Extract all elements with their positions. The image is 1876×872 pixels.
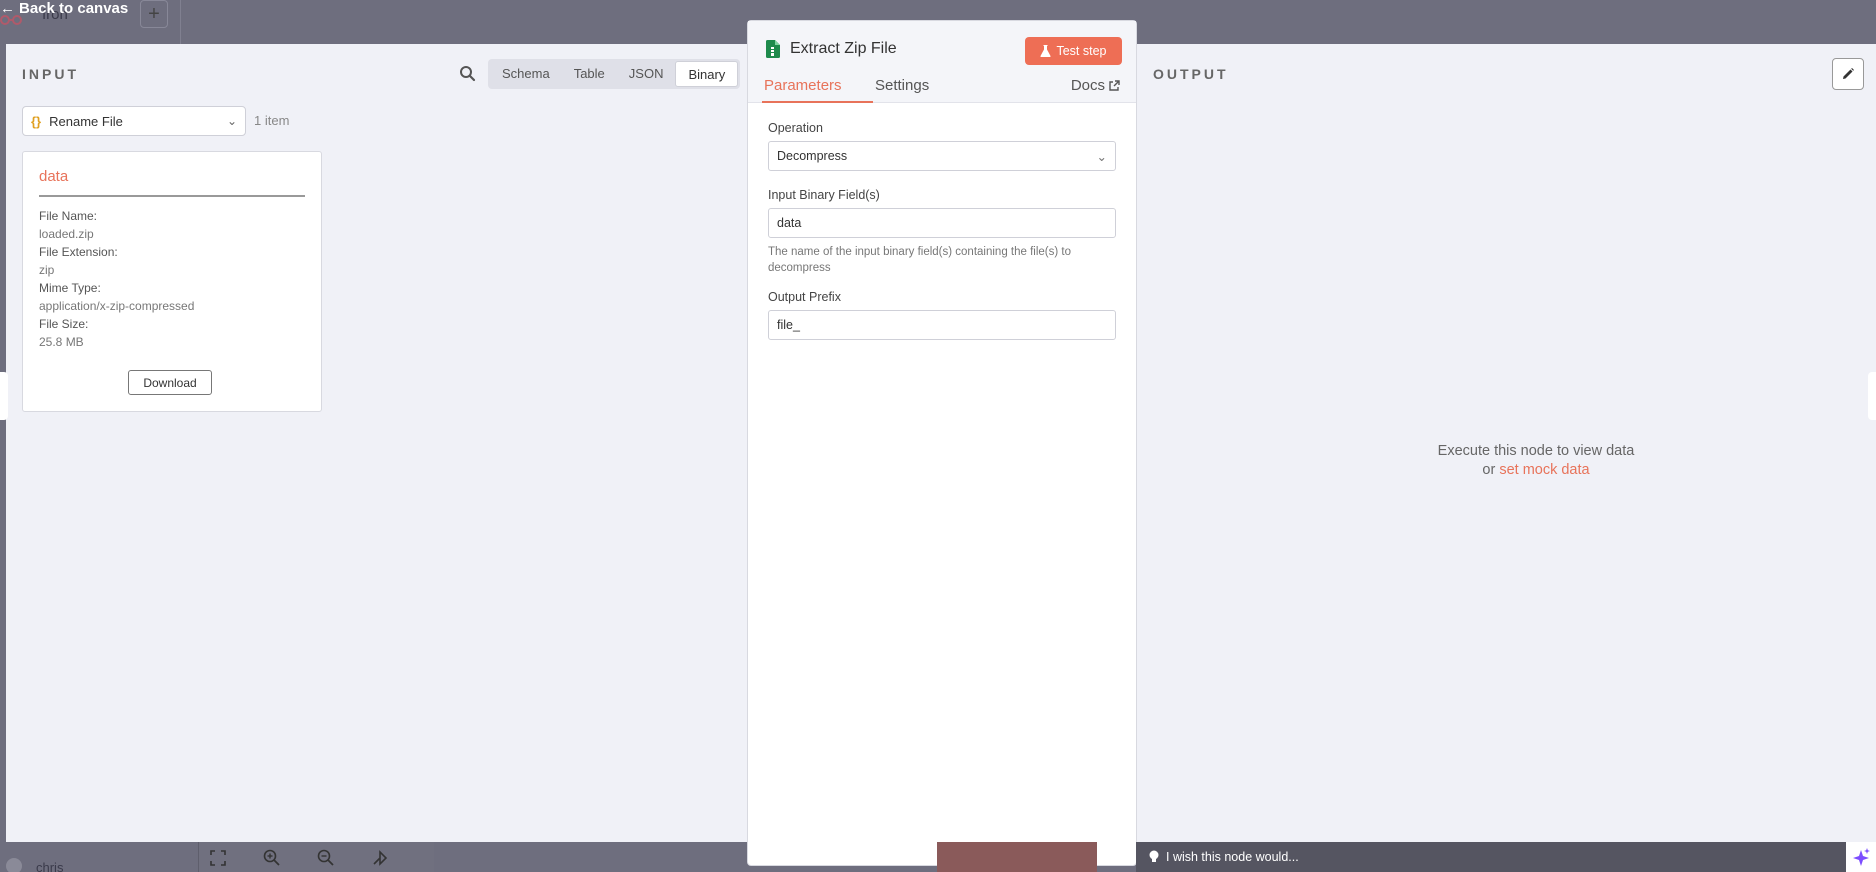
back-to-canvas-link[interactable]: ← Back to canvas <box>0 0 129 17</box>
output-empty-message: Execute this node to view data <box>1437 443 1635 459</box>
edit-output-button[interactable] <box>1832 58 1864 90</box>
tab-json[interactable]: JSON <box>617 61 676 87</box>
mime-type-value: application/x-zip-compressed <box>39 299 195 313</box>
input-item-count: 1 item <box>254 113 290 128</box>
input-view-tabs: Schema Table JSON Binary <box>488 59 741 89</box>
tab-parameters[interactable]: Parameters <box>764 77 842 94</box>
input-binary-field-input[interactable]: data <box>768 208 1116 238</box>
fit-view-icon[interactable] <box>208 848 228 868</box>
tab-binary[interactable]: Binary <box>675 61 739 87</box>
topbar-divider <box>180 0 181 44</box>
sparkle-icon <box>1853 848 1870 866</box>
operation-select-value: Decompress <box>777 149 848 163</box>
arrow-left-icon: ← <box>0 0 15 17</box>
output-prefix-input[interactable]: file_ <box>768 310 1116 340</box>
back-to-canvas-label: Back to canvas <box>19 0 129 17</box>
operation-label: Operation <box>768 121 823 135</box>
binary-data-card: data File Name: loaded.zip File Extensio… <box>22 151 322 412</box>
output-empty-or: or <box>1482 462 1496 478</box>
code-braces-icon: {} <box>31 113 42 129</box>
file-extension-value: zip <box>39 263 55 277</box>
zoom-out-icon[interactable] <box>316 848 336 868</box>
output-empty-state: Execute this node to view data or set mo… <box>1396 442 1676 480</box>
search-icon[interactable] <box>458 64 478 84</box>
tab-settings[interactable]: Settings <box>875 77 929 94</box>
active-tab-underline <box>762 101 873 103</box>
output-pane-title: OUTPUT <box>1153 66 1229 82</box>
input-binary-field-hint: The name of the input binary field(s) co… <box>768 246 1071 274</box>
execute-strip <box>937 842 1097 872</box>
node-feedback-bar[interactable]: I wish this node would... <box>1136 842 1846 872</box>
zoom-in-icon[interactable] <box>262 848 282 868</box>
input-binary-field-value: data <box>777 216 802 230</box>
test-step-label: Test step <box>1056 44 1107 58</box>
input-node-select-value: Rename File <box>49 113 123 129</box>
file-name-value: loaded.zip <box>39 227 94 241</box>
pencil-icon <box>1843 68 1854 79</box>
tab-schema[interactable]: Schema <box>490 61 562 87</box>
operation-select[interactable]: Decompress ⌄ <box>768 141 1116 171</box>
mime-type-label: Mime Type: <box>39 281 101 295</box>
ai-assistant-button[interactable] <box>1846 842 1876 872</box>
node-settings-header: Extract Zip File Test step Parameters Se… <box>748 21 1136 103</box>
download-button[interactable]: Download <box>128 370 212 395</box>
chevron-down-icon: ⌄ <box>226 114 237 128</box>
file-name-label: File Name: <box>39 209 98 223</box>
user-name[interactable]: chris <box>36 860 63 872</box>
node-settings-panel: Extract Zip File Test step Parameters Se… <box>747 20 1137 866</box>
feedback-placeholder: I wish this node would... <box>1166 850 1299 864</box>
test-step-button[interactable]: Test step <box>1025 37 1122 65</box>
docs-label: Docs <box>1070 77 1105 94</box>
output-prefix-label: Output Prefix <box>768 290 841 304</box>
output-prefix-value: file_ <box>777 318 800 332</box>
tab-table[interactable]: Table <box>562 61 617 87</box>
node-settings-tabs: Parameters Settings Docs <box>748 77 1136 103</box>
node-title[interactable]: Extract Zip File <box>790 40 897 58</box>
file-size-value: 25.8 MB <box>39 335 84 349</box>
input-node-select[interactable]: {} Rename File ⌄ <box>22 106 246 136</box>
file-size-label: File Size: <box>39 317 89 331</box>
binary-card-title: data <box>39 168 305 197</box>
avatar-icon <box>6 858 22 872</box>
input-pane-title: INPUT <box>22 66 79 82</box>
right-drag-handle[interactable] <box>1868 372 1876 420</box>
external-link-icon <box>1109 80 1120 91</box>
flask-icon <box>1040 45 1052 57</box>
file-extension-label: File Extension: <box>39 245 118 259</box>
lightbulb-icon <box>1149 850 1159 862</box>
file-archive-icon <box>766 40 780 58</box>
chevron-down-icon: ⌄ <box>1096 149 1107 164</box>
add-tab-button[interactable]: + <box>140 0 168 28</box>
left-drag-handle[interactable] <box>0 372 8 420</box>
docs-link[interactable]: Docs <box>1071 77 1120 94</box>
tidy-up-icon[interactable] <box>370 848 390 868</box>
input-binary-field-label: Input Binary Field(s) <box>768 188 880 202</box>
set-mock-data-link[interactable]: set mock data <box>1499 462 1589 478</box>
